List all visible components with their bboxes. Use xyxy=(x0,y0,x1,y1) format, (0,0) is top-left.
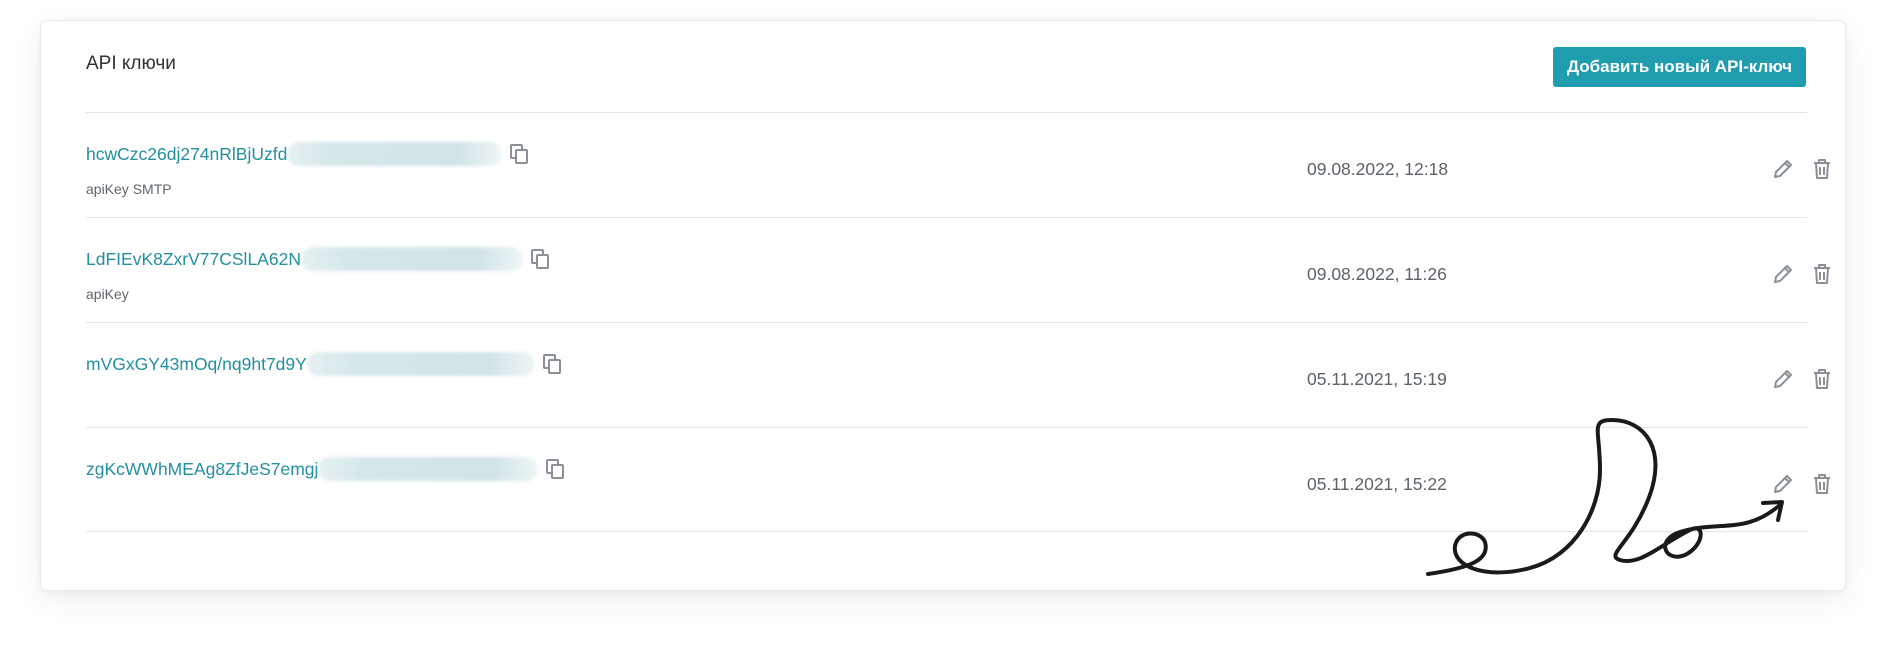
created-date: 09.08.2022, 12:18 xyxy=(1307,159,1449,179)
add-api-key-button[interactable]: Добавить новый API-ключ xyxy=(1553,47,1806,87)
copy-icon[interactable] xyxy=(541,352,563,376)
copy-icon[interactable] xyxy=(508,142,530,166)
table-row: mVGxGY43mOq/nq9ht7d9Y 05.11.2021, 15:19 xyxy=(86,323,1830,427)
pencil-icon[interactable] xyxy=(1770,365,1796,393)
trash-icon[interactable] xyxy=(1809,260,1835,288)
created-date: 09.08.2022, 11:26 xyxy=(1307,264,1447,284)
api-key-value[interactable]: mVGxGY43mOq/nq9ht7d9Y xyxy=(86,354,307,375)
api-key-name: apiKey xyxy=(86,286,129,302)
trash-icon[interactable] xyxy=(1809,155,1835,183)
key-line: zgKcWWhMEAg8ZfJeS7emgj xyxy=(86,456,566,482)
masked-key-blur xyxy=(318,457,539,481)
trash-icon[interactable] xyxy=(1809,365,1835,393)
api-keys-card: API ключи Добавить новый API-ключ hcwCzc… xyxy=(40,20,1846,591)
table-row: LdFIEvK8ZxrV77CSlLA62N apiKey 09.08.2022… xyxy=(86,218,1830,322)
masked-key-blur xyxy=(306,352,535,376)
api-key-value[interactable]: hcwCzc26dj274nRlBjUzfd xyxy=(86,144,287,165)
table-row: hcwCzc26dj274nRlBjUzfd apiKey SMTP 09.08… xyxy=(86,113,1830,217)
copy-icon[interactable] xyxy=(544,457,566,481)
key-line: mVGxGY43mOq/nq9ht7d9Y xyxy=(86,351,563,377)
pencil-icon[interactable] xyxy=(1770,260,1796,288)
masked-key-blur xyxy=(287,142,503,166)
table-row: zgKcWWhMEAg8ZfJeS7emgj 05.11.2021, 15:22 xyxy=(86,428,1830,532)
trash-icon[interactable] xyxy=(1809,470,1835,498)
masked-key-blur xyxy=(300,247,523,271)
copy-icon[interactable] xyxy=(529,247,551,271)
api-key-value[interactable]: LdFIEvK8ZxrV77CSlLA62N xyxy=(86,249,301,270)
created-date: 05.11.2021, 15:19 xyxy=(1307,369,1447,389)
pencil-icon[interactable] xyxy=(1770,470,1796,498)
api-key-name: apiKey SMTP xyxy=(86,181,172,197)
page-title: API ключи xyxy=(86,53,176,74)
key-line: LdFIEvK8ZxrV77CSlLA62N xyxy=(86,246,551,272)
created-date: 05.11.2021, 15:22 xyxy=(1307,474,1447,494)
divider xyxy=(86,531,1807,532)
api-key-value[interactable]: zgKcWWhMEAg8ZfJeS7emgj xyxy=(86,459,318,480)
pencil-icon[interactable] xyxy=(1770,155,1796,183)
key-line: hcwCzc26dj274nRlBjUzfd xyxy=(86,141,530,167)
